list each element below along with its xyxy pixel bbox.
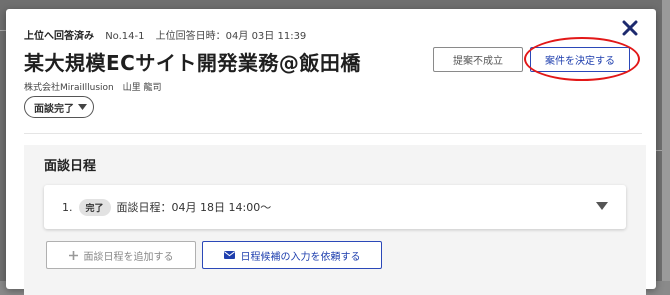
status-dropdown[interactable]: 面談完了 bbox=[24, 96, 94, 118]
plus-icon bbox=[68, 250, 78, 260]
answer-status: 上位へ回答済み bbox=[24, 31, 94, 42]
status-dropdown-value: 面談完了 bbox=[34, 103, 74, 115]
caret-down-icon bbox=[78, 104, 87, 110]
add-interview-button[interactable]: 面談日程を追加する bbox=[46, 241, 196, 269]
schedule-item[interactable]: 1. 完了 面談日程：04月 18日 14:00〜 bbox=[44, 185, 626, 229]
company-name: 株式会社MiraiIllusion bbox=[24, 83, 114, 93]
request-schedule-label: 日程候補の入力を依頼する bbox=[240, 251, 361, 263]
decide-case-label: 案件を決定する bbox=[545, 56, 615, 67]
add-interview-label: 面談日程を追加する bbox=[83, 251, 174, 263]
page-scrollbar[interactable] bbox=[662, 0, 670, 281]
contact-person: 山里 龍司 bbox=[122, 83, 162, 93]
schedule-index: 1. bbox=[62, 200, 73, 214]
company-info: 株式会社MiraiIllusion 山里 龍司 bbox=[24, 80, 162, 93]
status-badge: 完了 bbox=[78, 198, 111, 216]
divider bbox=[24, 133, 642, 134]
caret-down-icon[interactable] bbox=[596, 202, 608, 210]
case-detail-modal: 上位へ回答済み No.14-1 上位回答日時：04月 03日 11:39 某大規… bbox=[6, 9, 656, 295]
schedule-label: 面談日程：04月 18日 14:00〜 bbox=[116, 201, 272, 214]
reject-proposal-label: 提案不成立 bbox=[453, 56, 503, 67]
case-number: No.14-1 bbox=[105, 31, 145, 42]
status-line: 上位へ回答済み No.14-1 上位回答日時：04月 03日 11:39 bbox=[24, 27, 306, 42]
reject-proposal-button[interactable]: 提案不成立 bbox=[433, 47, 523, 72]
close-icon bbox=[622, 20, 638, 36]
request-schedule-button[interactable]: 日程候補の入力を依頼する bbox=[202, 241, 382, 269]
page-title: 某大規模ECサイト開発業務@飯田橋 bbox=[24, 51, 361, 75]
section-title: 面談日程 bbox=[44, 159, 97, 174]
answered-time: 上位回答日時：04月 03日 11:39 bbox=[155, 31, 307, 42]
decide-case-button[interactable]: 案件を決定する bbox=[530, 47, 630, 72]
mail-icon bbox=[223, 251, 235, 259]
interview-schedule-section: 面談日程 1. 完了 面談日程：04月 18日 14:00〜 面談日程を追加する… bbox=[24, 145, 646, 295]
close-button[interactable] bbox=[619, 17, 641, 39]
